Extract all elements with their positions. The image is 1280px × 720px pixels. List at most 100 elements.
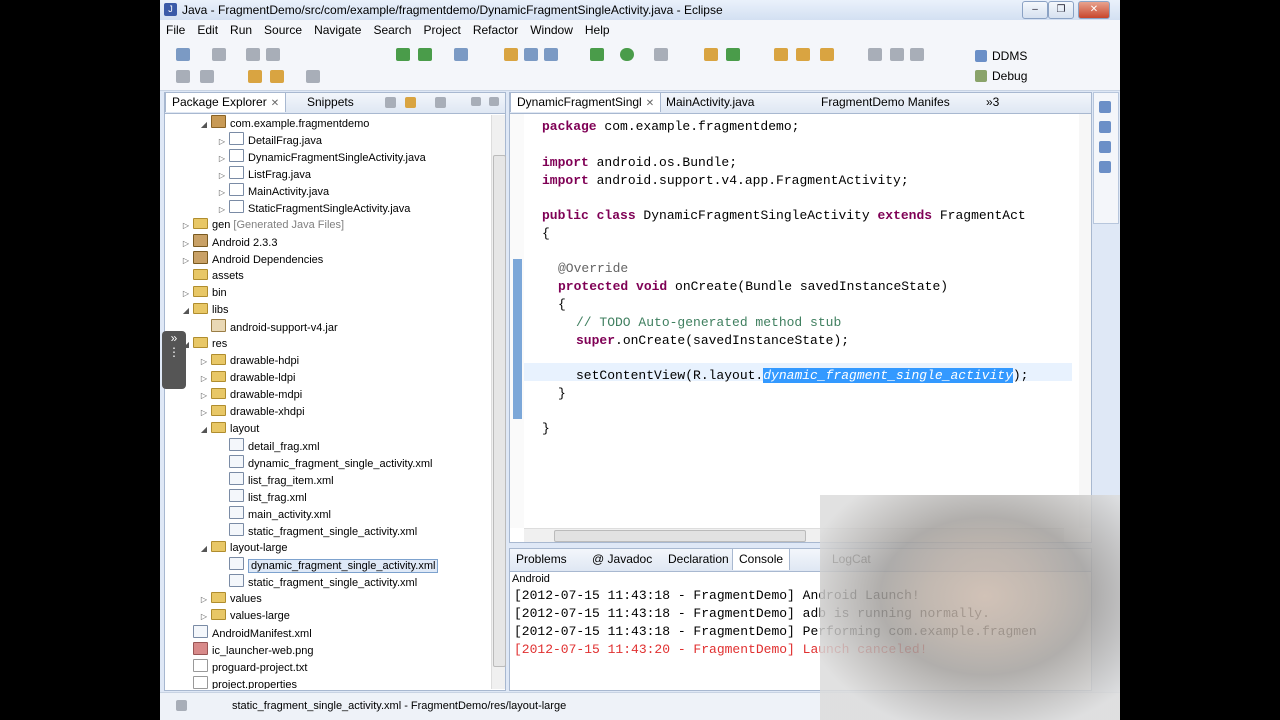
menu-file[interactable]: File bbox=[160, 20, 191, 37]
close-window-button[interactable]: ✕ bbox=[1078, 1, 1110, 19]
collapsed-arrow-icon[interactable]: ▷ bbox=[215, 133, 229, 150]
debug-icon[interactable] bbox=[590, 48, 604, 61]
tree-scroll-thumb[interactable] bbox=[493, 155, 506, 667]
search-icon[interactable] bbox=[176, 70, 190, 83]
new-java-project-icon[interactable] bbox=[504, 48, 518, 61]
new-class-icon[interactable] bbox=[524, 48, 538, 61]
open-folder-icon[interactable] bbox=[774, 48, 788, 61]
maximize-view-icon[interactable] bbox=[489, 97, 499, 106]
tree-item[interactable]: ▷ drawable-mdpi bbox=[197, 387, 302, 404]
expanded-arrow-icon[interactable]: ◢ bbox=[197, 421, 211, 438]
tree-item[interactable]: static_fragment_single_activity.xml bbox=[215, 523, 417, 540]
collapsed-arrow-icon[interactable]: ▷ bbox=[197, 404, 211, 421]
forward-icon[interactable] bbox=[306, 70, 320, 83]
tree-item[interactable]: ◢ libs bbox=[179, 302, 229, 319]
new-package-icon[interactable] bbox=[544, 48, 558, 61]
menu-window[interactable]: Window bbox=[524, 20, 579, 37]
tree-item[interactable]: ◢ com.example.fragmentdemo bbox=[197, 115, 369, 132]
close-icon[interactable]: ✕ bbox=[271, 98, 279, 109]
tree-item[interactable]: ▷ values-large bbox=[197, 608, 290, 625]
collapsed-arrow-icon[interactable]: ▷ bbox=[179, 235, 193, 252]
expanded-arrow-icon[interactable]: ◢ bbox=[197, 540, 211, 557]
pen-icon[interactable] bbox=[820, 48, 834, 61]
tree-item[interactable]: ◢ res bbox=[179, 336, 227, 353]
editor-tab[interactable]: »3 bbox=[980, 93, 1005, 112]
avd-manager-icon[interactable] bbox=[418, 48, 432, 61]
maximize-button[interactable]: ❐ bbox=[1048, 1, 1074, 19]
editor-tab[interactable]: DynamicFragmentSingl ✕ bbox=[510, 93, 662, 112]
overview-ruler[interactable] bbox=[1079, 114, 1091, 528]
tree-item[interactable]: list_frag_item.xml bbox=[215, 472, 334, 489]
collapsed-arrow-icon[interactable]: ▷ bbox=[215, 167, 229, 184]
outline-icon[interactable] bbox=[1099, 101, 1111, 113]
collapsed-arrow-icon[interactable]: ▷ bbox=[215, 201, 229, 218]
run-icon[interactable] bbox=[620, 48, 634, 61]
collapsed-arrow-icon[interactable]: ▷ bbox=[179, 252, 193, 269]
tree-item[interactable]: ▷ MainActivity.java bbox=[215, 183, 329, 200]
tree-item[interactable]: main_activity.xml bbox=[215, 506, 331, 523]
tree-item[interactable]: ▷ DynamicFragmentSingleActivity.java bbox=[215, 149, 426, 166]
tree-item[interactable]: ▷ values bbox=[197, 591, 262, 608]
tree-item[interactable]: ▷ DetailFrag.java bbox=[215, 132, 322, 149]
tree-item[interactable]: ▷ gen [Generated Java Files] bbox=[179, 217, 344, 234]
tree-item[interactable]: ◢ layout-large bbox=[197, 540, 287, 557]
editor-tab[interactable]: MainActivity.java bbox=[660, 93, 760, 112]
collapsed-arrow-icon[interactable]: ▷ bbox=[215, 150, 229, 167]
external-tools-icon[interactable] bbox=[654, 48, 668, 61]
annotation-icon[interactable] bbox=[868, 48, 882, 61]
task-list-icon[interactable] bbox=[1099, 121, 1111, 133]
tree-item[interactable]: ▷ drawable-hdpi bbox=[197, 353, 299, 370]
tree-item[interactable]: ▷ Android Dependencies bbox=[179, 251, 323, 268]
menu-refactor[interactable]: Refactor bbox=[467, 20, 524, 37]
menu-edit[interactable]: Edit bbox=[191, 20, 224, 37]
tree-item[interactable]: android-support-v4.jar bbox=[197, 319, 338, 336]
collapsed-arrow-icon[interactable]: ▷ bbox=[215, 184, 229, 201]
collapsed-arrow-icon[interactable]: ▷ bbox=[197, 370, 211, 387]
tree-item[interactable]: project.properties bbox=[179, 676, 297, 689]
block-icon[interactable] bbox=[910, 48, 924, 61]
menu-project[interactable]: Project bbox=[417, 20, 466, 37]
new-type-icon[interactable] bbox=[212, 48, 226, 61]
tree-scrollbar[interactable] bbox=[491, 115, 506, 689]
tree-item[interactable]: dynamic_fragment_single_activity.xml bbox=[215, 455, 432, 472]
checklist-icon[interactable] bbox=[454, 48, 468, 61]
tree-item[interactable]: proguard-project.txt bbox=[179, 659, 307, 676]
tree-item[interactable]: ▷ drawable-ldpi bbox=[197, 370, 295, 387]
tree-item[interactable]: ▷ StaticFragmentSingleActivity.java bbox=[215, 200, 410, 217]
perspective-debug[interactable]: Debug bbox=[975, 66, 1027, 86]
minimize-button[interactable]: – bbox=[1022, 1, 1048, 19]
minimize-view-icon[interactable] bbox=[471, 97, 481, 106]
collapsed-arrow-icon[interactable]: ▷ bbox=[179, 285, 193, 302]
collapse-all-icon[interactable] bbox=[385, 97, 396, 108]
tree-item[interactable]: ▷ ListFrag.java bbox=[215, 166, 311, 183]
collapsed-arrow-icon[interactable]: ▷ bbox=[197, 591, 211, 608]
close-icon[interactable]: ✕ bbox=[646, 98, 654, 109]
tree-item[interactable]: ◢ layout bbox=[197, 421, 259, 438]
expanded-arrow-icon[interactable]: ◢ bbox=[197, 116, 211, 133]
tree-item[interactable]: dynamic_fragment_single_activity.xml bbox=[215, 557, 439, 574]
tree-item[interactable]: ic_launcher-web.png bbox=[179, 642, 314, 659]
console-tab[interactable]: @ Javadoc bbox=[586, 549, 658, 570]
menu-search[interactable]: Search bbox=[367, 20, 417, 37]
tab-package-explorer[interactable]: Package Explorer ✕ bbox=[165, 93, 287, 112]
last-edit-icon[interactable] bbox=[248, 70, 262, 83]
collapsed-arrow-icon[interactable]: ▷ bbox=[197, 353, 211, 370]
tab-snippets[interactable]: Snippets bbox=[301, 93, 360, 112]
android-sdk-icon[interactable] bbox=[396, 48, 410, 61]
refresh-icon[interactable] bbox=[726, 48, 740, 61]
code-area[interactable]: package com.example.fragmentdemo; import… bbox=[542, 114, 1062, 524]
menu-source[interactable]: Source bbox=[258, 20, 308, 37]
new-icon[interactable] bbox=[176, 48, 190, 61]
side-panel-toggle[interactable]: » ⋮ bbox=[162, 331, 186, 389]
tree-item[interactable]: detail_frag.xml bbox=[215, 438, 320, 455]
editor-hscroll-thumb[interactable] bbox=[554, 530, 806, 542]
hierarchy-icon[interactable] bbox=[1099, 141, 1111, 153]
save-all-icon[interactable] bbox=[266, 48, 280, 61]
menu-help[interactable]: Help bbox=[579, 20, 616, 37]
properties-icon[interactable] bbox=[1099, 161, 1111, 173]
expanded-arrow-icon[interactable]: ◢ bbox=[179, 302, 193, 319]
editor-tab[interactable]: FragmentDemo Manifes bbox=[815, 93, 956, 112]
collapsed-arrow-icon[interactable]: ▷ bbox=[197, 387, 211, 404]
open-file-icon[interactable] bbox=[796, 48, 810, 61]
link-with-editor-icon[interactable] bbox=[405, 97, 416, 108]
